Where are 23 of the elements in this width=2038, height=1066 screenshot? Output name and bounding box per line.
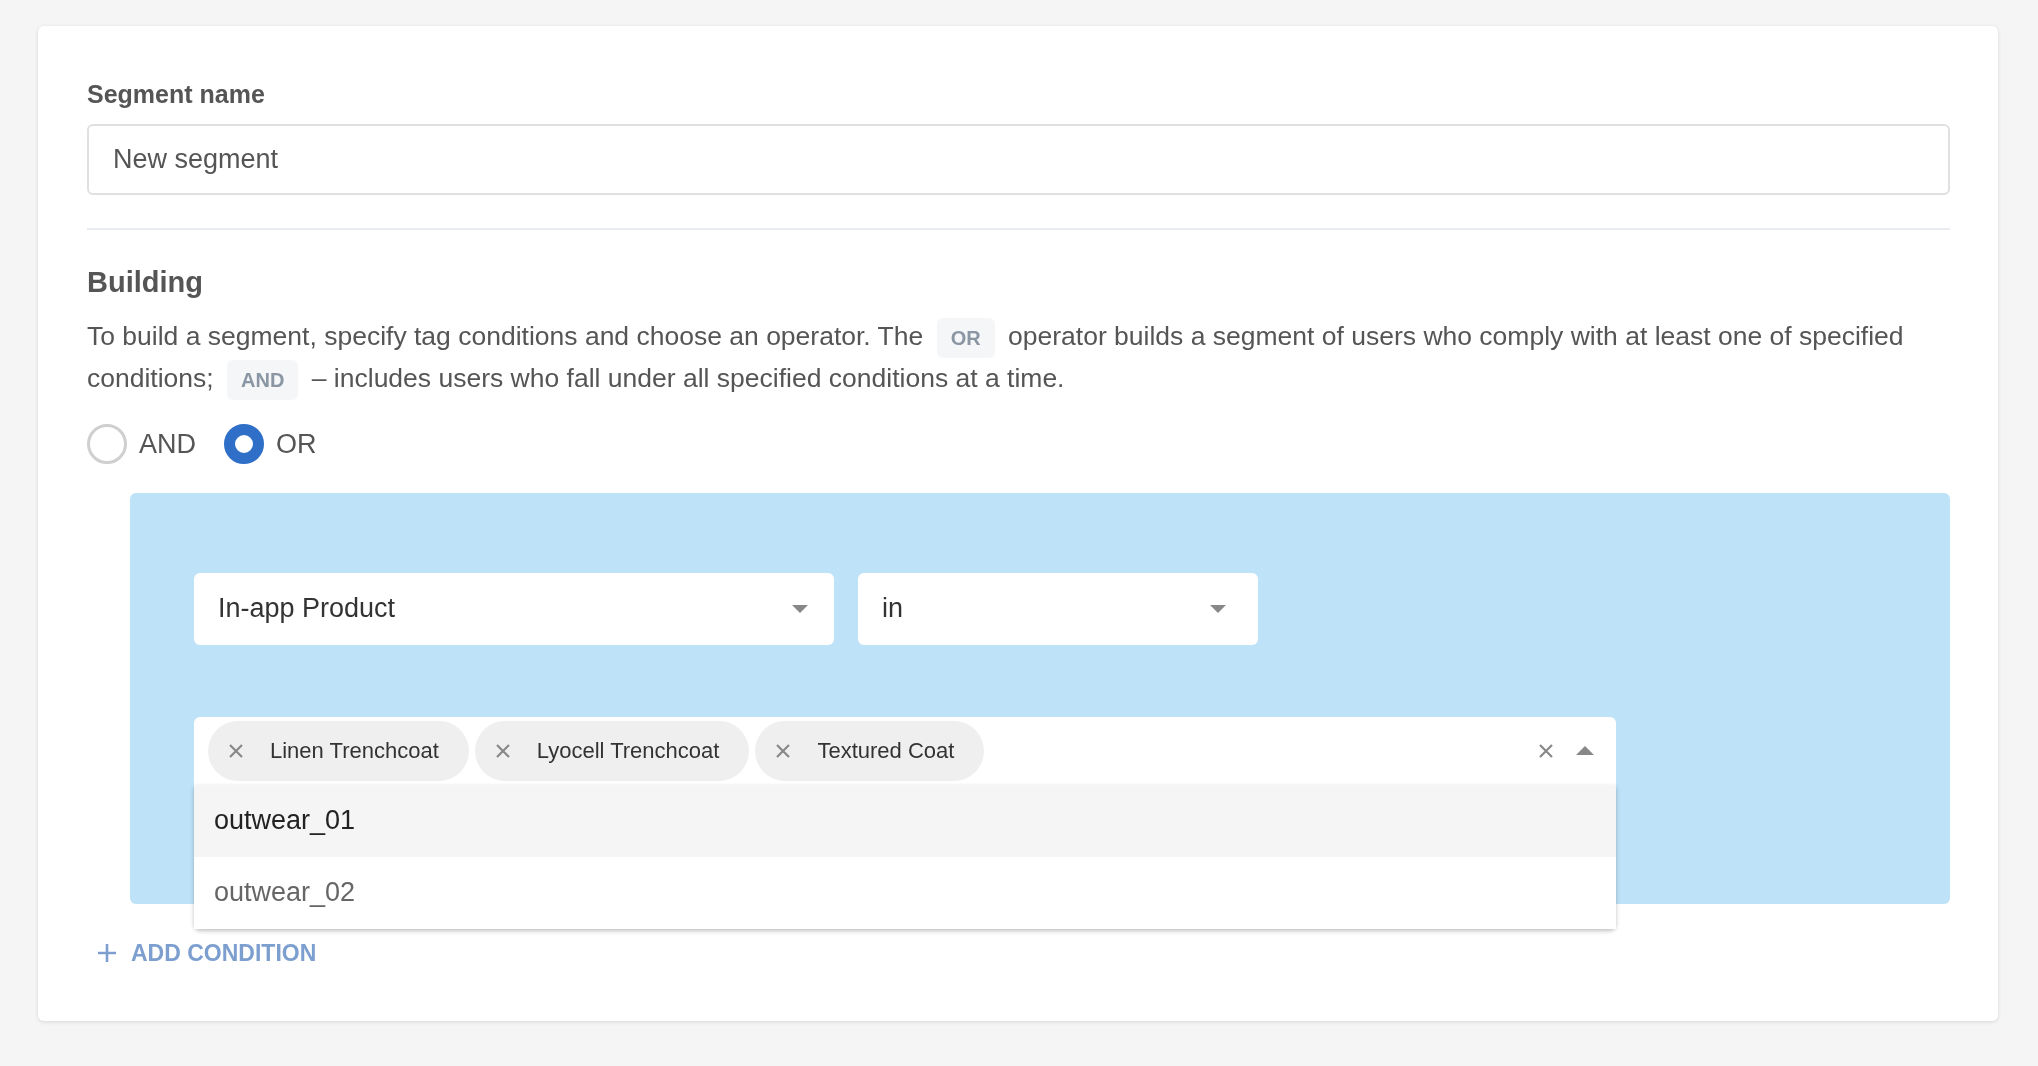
plus-icon <box>97 942 117 963</box>
clear-icon[interactable] <box>1538 742 1554 759</box>
value-chip: Textured Coat <box>755 720 985 781</box>
value-chip: Lyocell Trenchcoat <box>474 720 750 781</box>
value-chip: Linen Trenchcoat <box>208 720 469 781</box>
dropdown-option[interactable]: outwear_01 <box>194 784 1616 857</box>
segment-name-field[interactable]: New segment <box>87 124 1950 195</box>
caret-down-icon <box>792 604 808 613</box>
operator-select[interactable]: in <box>858 572 1258 645</box>
caret-down-icon <box>1210 604 1226 613</box>
values-multiselect[interactable]: Linen Trenchcoat Lyocell Trenchcoat Textured Coat <box>194 716 1616 785</box>
remove-icon[interactable] <box>228 742 244 759</box>
tag-select[interactable]: In-app Product <box>194 572 834 645</box>
field-label: Segment name <box>87 79 266 110</box>
dropdown-option[interactable]: outwear_02 <box>194 856 1616 929</box>
radio-option[interactable]: OR <box>224 424 317 465</box>
remove-icon[interactable] <box>775 742 792 759</box>
caret-up-icon[interactable] <box>1576 746 1594 755</box>
radio-button[interactable] <box>224 424 264 465</box>
section-heading: Building <box>87 265 204 300</box>
radio-option[interactable]: AND <box>87 424 196 465</box>
description-text: To build a segment, specify tag conditions and choose an operator. The OR operator builds a segment of users who comply with at least one of specified conditions; AND – includes users who fall under all specified conditions at a time. <box>87 316 1950 400</box>
remove-icon[interactable] <box>494 742 511 759</box>
